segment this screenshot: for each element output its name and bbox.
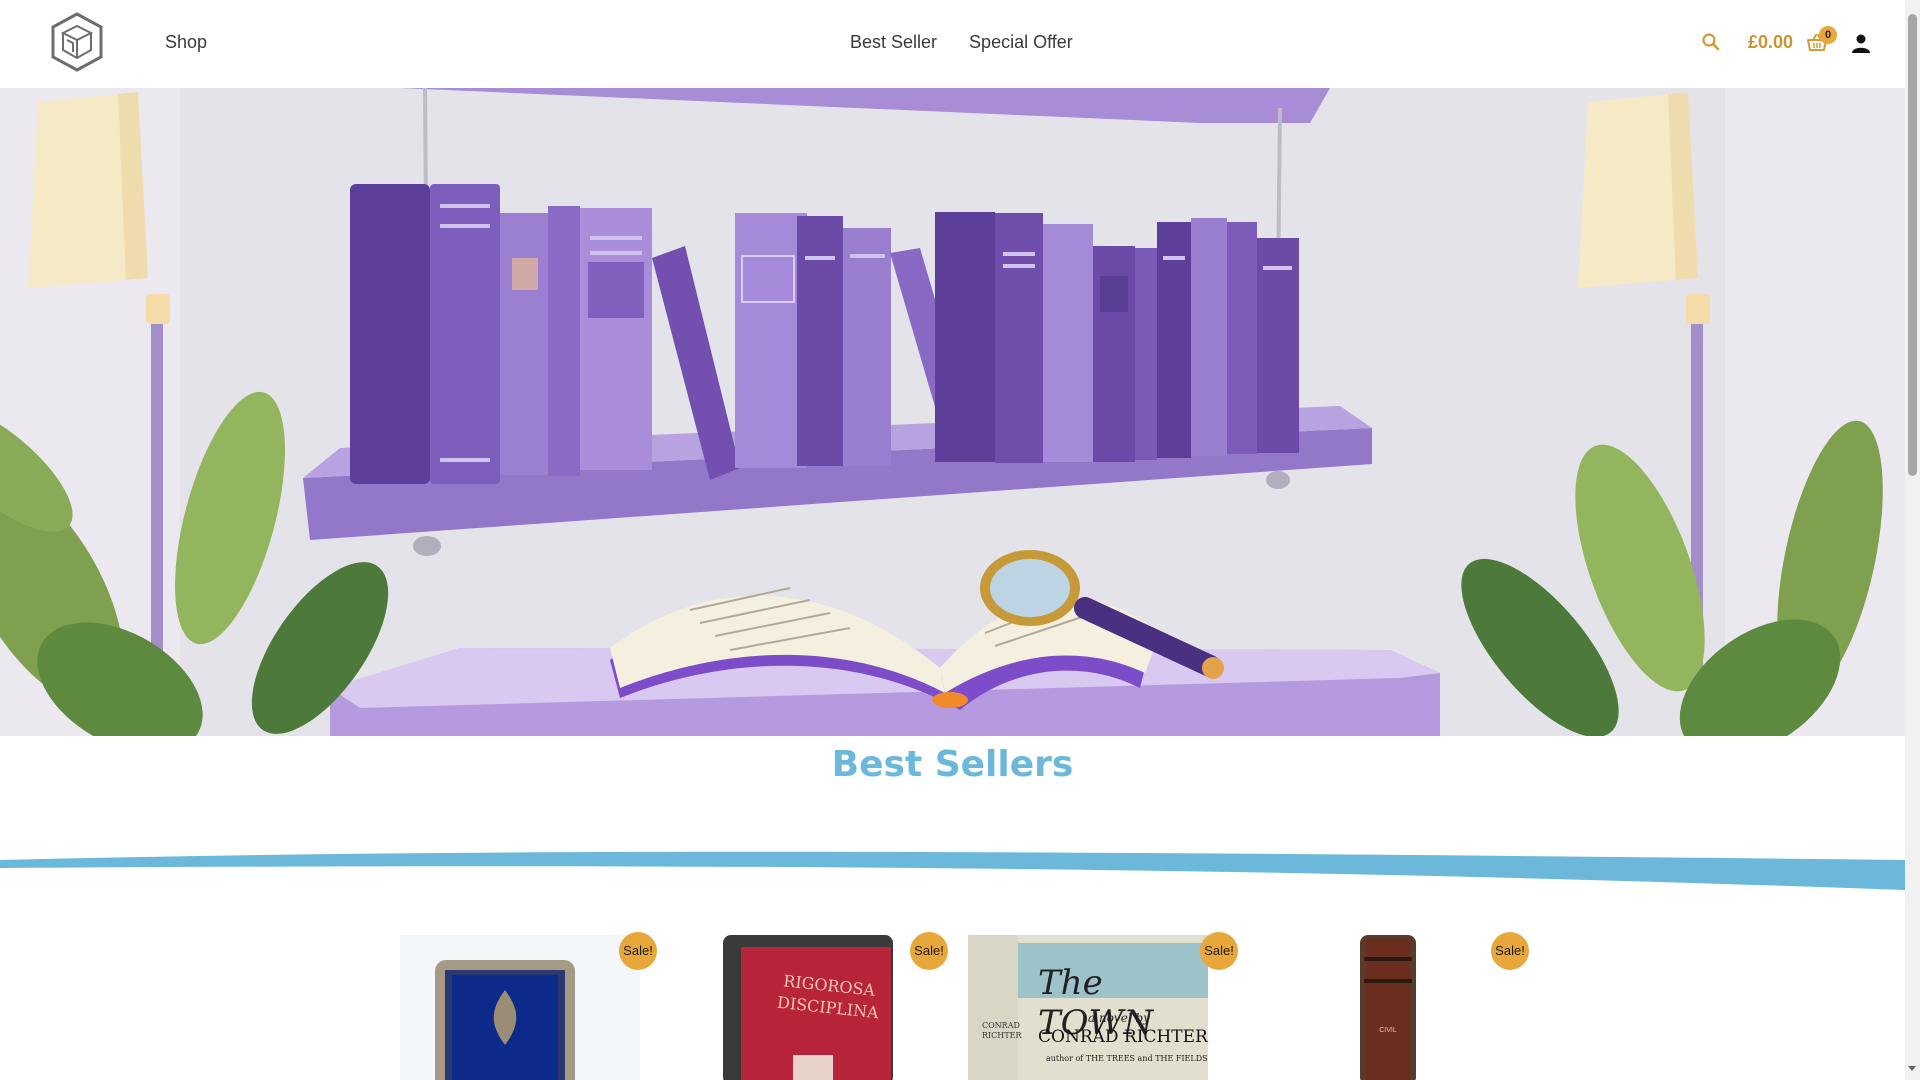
user-icon[interactable] [1850, 32, 1872, 54]
cube-logo-icon[interactable] [50, 12, 104, 72]
section-divider-wave [0, 851, 1905, 890]
product-card[interactable]: The TOWN a novel by CONRAD RICHTER autho… [968, 935, 1208, 1080]
product-cover-spine: CONRAD RICHTER [982, 1021, 1022, 1040]
sale-badge: Sale! [619, 932, 657, 970]
product-cover-subtitle: a novel by [1088, 1011, 1150, 1025]
main-nav: Best Seller Special Offer [850, 32, 1073, 53]
product-cover-author: CONRAD RICHTER [1038, 1027, 1208, 1047]
nav-shop-link[interactable]: Shop [165, 32, 207, 53]
scrollbar-thumb[interactable] [1908, 14, 1917, 476]
bookshelf-illustration [0, 88, 1905, 736]
hero-banner [0, 88, 1905, 736]
product-image[interactable] [1260, 935, 1500, 1080]
product-image[interactable] [400, 935, 640, 1080]
sale-badge: Sale! [910, 932, 948, 970]
scroll-down-arrow-icon[interactable] [1908, 1066, 1916, 1071]
product-card[interactable]: CIVIL [1260, 935, 1500, 1080]
site-header: Shop Best Seller Special Offer £0.00 0 [0, 0, 1905, 88]
nav-special-offer-link[interactable]: Special Offer [969, 32, 1073, 53]
section-title: Best Sellers [831, 744, 1074, 785]
product-card[interactable] [400, 935, 640, 1080]
product-cover-tagline: author of THE TREES and THE FIELDS [1046, 1054, 1208, 1063]
sale-badge: Sale! [1491, 932, 1529, 970]
page: Shop Best Seller Special Offer £0.00 0 B… [0, 0, 1905, 1080]
cart-count-badge: 0 [1819, 26, 1837, 44]
cart-total[interactable]: £0.00 [1748, 32, 1793, 53]
sale-badge: Sale! [1200, 932, 1238, 970]
search-icon[interactable] [1700, 31, 1722, 53]
product-cover-title: CIVIL [1379, 1027, 1397, 1034]
nav-best-seller-link[interactable]: Best Seller [850, 32, 937, 53]
page-scrollbar[interactable] [1905, 0, 1920, 1080]
